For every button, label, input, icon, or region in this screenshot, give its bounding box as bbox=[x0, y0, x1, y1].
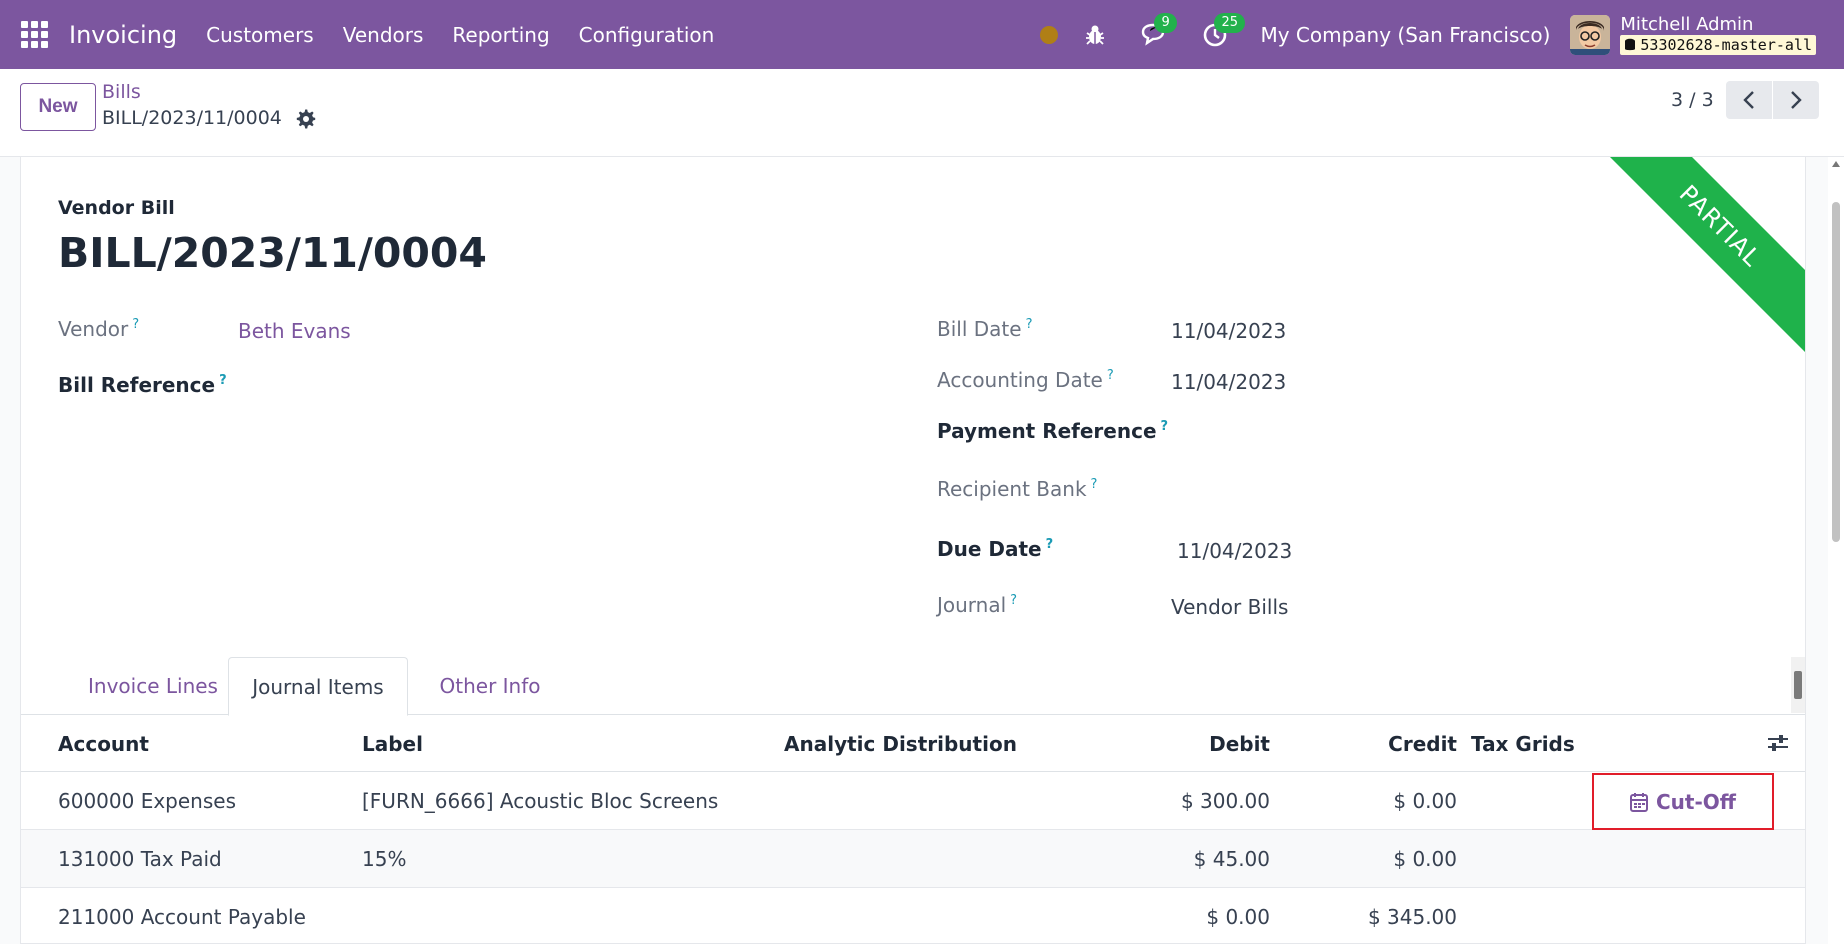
column-label[interactable]: Label bbox=[362, 715, 423, 772]
row-label: 15% bbox=[362, 847, 407, 871]
tabs-scrollbar[interactable] bbox=[1791, 657, 1805, 713]
database-icon bbox=[1625, 38, 1636, 50]
help-icon[interactable]: ? bbox=[219, 373, 227, 388]
notebook-tabs: Invoice Lines Journal Items Other Info bbox=[21, 657, 1805, 716]
row-debit: $ 300.00 bbox=[1180, 789, 1270, 813]
row-debit: $ 45.00 bbox=[1193, 847, 1270, 871]
table-header: Account Label Analytic Distribution Debi… bbox=[21, 715, 1805, 772]
table-row[interactable]: 600000 Expenses [FURN_6666] Acoustic Blo… bbox=[21, 772, 1805, 830]
optional-columns-icon[interactable] bbox=[1767, 733, 1789, 757]
row-account: 131000 Tax Paid bbox=[58, 847, 222, 871]
chevron-left-icon bbox=[1743, 91, 1754, 109]
bill-date-field[interactable]: 11/04/2023 bbox=[1171, 319, 1286, 343]
pager-counter[interactable]: 3 / 3 bbox=[1671, 89, 1714, 111]
column-debit[interactable]: Debit bbox=[1021, 715, 1270, 772]
help-icon[interactable]: ? bbox=[1010, 593, 1017, 608]
help-icon[interactable]: ? bbox=[1046, 537, 1054, 552]
control-panel: New Bills BILL/2023/11/0004 3 / 3 bbox=[0, 69, 1844, 157]
pager-previous-button[interactable] bbox=[1726, 81, 1772, 119]
chevron-right-icon bbox=[1791, 91, 1802, 109]
scroll-up-arrow-icon bbox=[1832, 161, 1840, 167]
page-scrollbar[interactable] bbox=[1828, 157, 1844, 944]
table-row[interactable]: 131000 Tax Paid 15% $ 45.00 $ 0.00 bbox=[21, 830, 1805, 888]
menu-vendors[interactable]: Vendors bbox=[343, 23, 424, 47]
column-analytic-distribution[interactable]: Analytic Distribution bbox=[784, 715, 1017, 772]
tab-invoice-lines[interactable]: Invoice Lines bbox=[63, 657, 243, 715]
column-account[interactable]: Account bbox=[58, 715, 149, 772]
due-date-label: Due Date? bbox=[937, 537, 1054, 561]
help-icon[interactable]: ? bbox=[1026, 317, 1033, 332]
tab-other-info[interactable]: Other Info bbox=[415, 657, 565, 715]
due-date-field[interactable]: 11/04/2023 bbox=[1177, 539, 1292, 563]
vendor-field[interactable]: Beth Evans bbox=[238, 319, 351, 343]
journal-items-table: Account Label Analytic Distribution Debi… bbox=[21, 715, 1805, 943]
journal-field[interactable]: Vendor Bills bbox=[1171, 595, 1288, 619]
row-label: [FURN_6666] Acoustic Bloc Screens bbox=[362, 789, 719, 813]
database-name: 53302628-master-all bbox=[1620, 34, 1816, 55]
row-credit: $ 345.00 bbox=[1367, 905, 1457, 929]
messages-badge: 9 bbox=[1154, 12, 1177, 33]
document-type: Vendor Bill bbox=[58, 197, 175, 219]
row-credit: $ 0.00 bbox=[1393, 789, 1457, 813]
bill-reference-label: Bill Reference? bbox=[58, 373, 227, 397]
table-row[interactable]: 211000 Account Payable $ 0.00 $ 345.00 bbox=[21, 888, 1805, 943]
accounting-date-label: Accounting Date? bbox=[937, 368, 1114, 392]
activities-clock-icon[interactable]: 25 bbox=[1200, 12, 1245, 50]
activities-badge: 25 bbox=[1214, 12, 1245, 33]
pager-next-button[interactable] bbox=[1773, 81, 1819, 119]
help-icon[interactable]: ? bbox=[1107, 368, 1114, 383]
row-debit: $ 0.00 bbox=[1206, 905, 1270, 929]
breadcrumb-bills[interactable]: Bills bbox=[102, 81, 141, 103]
help-icon[interactable]: ? bbox=[1091, 477, 1098, 492]
debug-bug-icon[interactable] bbox=[1080, 20, 1110, 50]
column-credit[interactable]: Credit bbox=[1271, 715, 1457, 772]
journal-label: Journal? bbox=[937, 593, 1018, 617]
presence-status-icon[interactable] bbox=[1040, 25, 1059, 44]
new-button[interactable]: New bbox=[20, 83, 96, 131]
menu-configuration[interactable]: Configuration bbox=[579, 23, 715, 47]
user-menu[interactable]: Mitchell Admin 53302628-master-all bbox=[1620, 13, 1816, 55]
status-ribbon: PARTIAL bbox=[1589, 157, 1805, 357]
cut-off-label: Cut-Off bbox=[1656, 789, 1736, 814]
vendor-label: Vendor? bbox=[58, 317, 140, 341]
form-sheet: PARTIAL Vendor Bill BILL/2023/11/0004 Ve… bbox=[20, 157, 1806, 944]
breadcrumb-current-record: BILL/2023/11/0004 bbox=[102, 107, 282, 129]
page-title: BILL/2023/11/0004 bbox=[58, 229, 487, 277]
calendar-icon bbox=[1630, 792, 1648, 812]
row-credit: $ 0.00 bbox=[1393, 847, 1457, 871]
recipient-bank-label: Recipient Bank? bbox=[937, 477, 1098, 501]
cut-off-button[interactable]: Cut-Off bbox=[1592, 773, 1774, 830]
row-account: 600000 Expenses bbox=[58, 789, 236, 813]
company-switcher[interactable]: My Company (San Francisco) bbox=[1260, 23, 1550, 47]
gear-icon[interactable] bbox=[296, 109, 316, 133]
help-icon[interactable]: ? bbox=[132, 317, 139, 332]
tab-journal-items[interactable]: Journal Items bbox=[228, 657, 408, 716]
menu-reporting[interactable]: Reporting bbox=[452, 23, 549, 47]
user-name: Mitchell Admin bbox=[1620, 13, 1754, 35]
bill-date-label: Bill Date? bbox=[937, 317, 1033, 341]
row-account: 211000 Account Payable bbox=[58, 905, 306, 929]
accounting-date-field[interactable]: 11/04/2023 bbox=[1171, 370, 1286, 394]
scrollbar-thumb bbox=[1832, 202, 1840, 542]
menu-customers[interactable]: Customers bbox=[206, 23, 314, 47]
recipient-bank-field[interactable] bbox=[1171, 477, 1571, 503]
payment-reference-field[interactable] bbox=[1171, 419, 1571, 445]
app-brand[interactable]: Invoicing bbox=[69, 21, 177, 49]
app-menu-icon[interactable] bbox=[21, 20, 49, 49]
database-name-text: 53302628-master-all bbox=[1640, 35, 1812, 54]
user-avatar[interactable] bbox=[1570, 14, 1611, 55]
payment-reference-label: Payment Reference? bbox=[937, 419, 1169, 443]
messages-icon[interactable]: 9 bbox=[1140, 12, 1177, 50]
top-navbar: Invoicing Customers Vendors Reporting Co… bbox=[0, 0, 1844, 69]
help-icon[interactable]: ? bbox=[1161, 419, 1169, 434]
column-tax-grids[interactable]: Tax Grids bbox=[1471, 715, 1575, 772]
